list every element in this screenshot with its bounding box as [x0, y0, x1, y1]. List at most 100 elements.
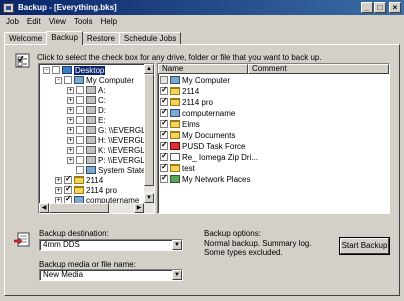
tree-row-drive-g[interactable]: + G: \\EVERGL: [67, 125, 146, 135]
checkbox-checked[interactable]: [160, 96, 168, 106]
checkbox-checked[interactable]: [160, 162, 168, 172]
tree-row-drive-h[interactable]: + H: \\EVERGL: [67, 135, 145, 145]
checkbox[interactable]: [160, 76, 168, 84]
list-item[interactable]: 2114: [160, 85, 200, 96]
scroll-down-icon[interactable]: ▼: [144, 193, 154, 203]
tree-label: P: \\EVERGL: [98, 155, 145, 165]
dropdown-arrow-icon[interactable]: ▼: [172, 270, 182, 280]
checkbox[interactable]: [76, 126, 84, 134]
list-item[interactable]: Re_ Iomega Zip Dri...: [160, 151, 258, 162]
list-item[interactable]: Elms: [160, 118, 200, 129]
maximize-button[interactable]: □: [374, 2, 386, 13]
checkbox[interactable]: [76, 136, 84, 144]
tab-backup[interactable]: Backup: [46, 31, 83, 45]
list-item[interactable]: My Computer: [160, 75, 230, 85]
collapse-icon[interactable]: -: [55, 76, 62, 84]
checkbox-checked[interactable]: [160, 173, 168, 183]
expand-icon[interactable]: +: [67, 126, 74, 134]
checkbox[interactable]: [76, 166, 84, 174]
close-button[interactable]: ×: [389, 2, 401, 13]
backup-media-select[interactable]: New Media ▼: [39, 269, 183, 281]
file-list[interactable]: Name Comment My Computer 2114 2114 pro c…: [157, 63, 390, 214]
window-title: Backup - [Everything.bks]: [18, 3, 117, 12]
tree-row-drive-e[interactable]: + E:: [67, 115, 106, 125]
checkbox[interactable]: [76, 146, 84, 154]
tree-horizontal-scrollbar[interactable]: ◀ ▶: [39, 203, 154, 213]
drive-icon: [86, 86, 96, 94]
scroll-right-icon[interactable]: ▶: [134, 203, 144, 213]
tree-row-drive-d[interactable]: + D:: [67, 105, 106, 115]
minimize-button[interactable]: _: [361, 2, 373, 13]
expand-icon[interactable]: +: [67, 86, 74, 94]
list-item[interactable]: My Network Places: [160, 173, 251, 184]
expand-icon[interactable]: +: [67, 106, 74, 114]
column-header-comment[interactable]: Comment: [248, 64, 389, 74]
collapse-icon[interactable]: -: [43, 66, 50, 74]
checkbox-checked[interactable]: [160, 151, 168, 161]
tree-row-drive-k[interactable]: + K: \\EVERGL: [67, 145, 145, 155]
scroll-up-icon[interactable]: ▲: [144, 64, 154, 74]
menu-edit[interactable]: Edit: [23, 17, 45, 26]
dropdown-arrow-icon[interactable]: ▼: [172, 240, 182, 250]
tree-row-system-state[interactable]: System State: [76, 165, 146, 175]
backup-destination-select[interactable]: 4mm DDS ▼: [39, 239, 183, 251]
checkbox[interactable]: [76, 86, 84, 94]
network-drive-icon: [86, 146, 96, 154]
list-item[interactable]: PUSD Task Force: [160, 140, 245, 151]
scroll-thumb[interactable]: [144, 74, 154, 186]
list-item[interactable]: My Documents: [160, 129, 235, 140]
tree-row-drive-c[interactable]: + C:: [67, 95, 106, 105]
computer-icon: [170, 76, 180, 84]
checkbox-checked[interactable]: [160, 140, 168, 150]
expand-icon[interactable]: +: [67, 136, 74, 144]
backup-options-line1: Normal backup. Summary log.: [204, 239, 312, 248]
checkbox-checked[interactable]: [160, 118, 168, 128]
checkbox[interactable]: [64, 76, 72, 84]
checkbox-checked[interactable]: [64, 174, 72, 184]
tree-row-drive-a[interactable]: + A:: [67, 85, 106, 95]
checkbox[interactable]: [76, 96, 84, 104]
menu-view[interactable]: View: [45, 17, 70, 26]
scroll-thumb[interactable]: [49, 203, 109, 213]
tree-vertical-scrollbar[interactable]: ▲ ▼: [144, 64, 154, 213]
backup-media-value: New Media: [43, 270, 84, 279]
computer-icon: [86, 166, 96, 174]
column-header-name[interactable]: Name: [158, 64, 248, 74]
start-backup-button[interactable]: Start Backup: [340, 238, 389, 254]
list-item[interactable]: 2114 pro: [160, 96, 213, 107]
checkbox[interactable]: [52, 66, 60, 74]
list-item[interactable]: computername: [160, 107, 235, 118]
expand-icon[interactable]: +: [67, 116, 74, 124]
expand-icon[interactable]: +: [55, 186, 62, 194]
tree-label: 2114 pro: [86, 185, 117, 195]
checkbox[interactable]: [76, 106, 84, 114]
tree-row-my-computer[interactable]: - My Computer: [55, 75, 134, 85]
list-item-label: 2114: [182, 86, 200, 96]
checkbox-checked[interactable]: [160, 107, 168, 117]
computer-icon: [74, 76, 84, 84]
list-item-label: Elms: [182, 119, 200, 129]
tree-row-drive-p[interactable]: + P: \\EVERGL: [67, 155, 145, 165]
checkbox-checked[interactable]: [160, 85, 168, 95]
checkbox-checked[interactable]: [160, 129, 168, 139]
scroll-left-icon[interactable]: ◀: [39, 203, 49, 213]
expand-icon[interactable]: +: [67, 156, 74, 164]
list-item[interactable]: test: [160, 162, 195, 173]
tree-label: System State: [98, 165, 146, 175]
menu-job[interactable]: Job: [2, 17, 23, 26]
checkbox[interactable]: [76, 156, 84, 164]
checkbox-checked[interactable]: [64, 184, 72, 194]
checkbox[interactable]: [76, 116, 84, 124]
expand-icon[interactable]: +: [67, 96, 74, 104]
folder-tree[interactable]: - Desktop - My Computer + A: + C: + D: +…: [38, 63, 155, 214]
tree-row-2114[interactable]: + 2114: [55, 174, 103, 185]
list-item-label: My Network Places: [182, 174, 251, 184]
menu-help[interactable]: Help: [97, 17, 121, 26]
list-item-label: test: [182, 163, 195, 173]
tree-row-desktop[interactable]: - Desktop: [43, 65, 106, 75]
expand-icon[interactable]: +: [67, 146, 74, 154]
menu-tools[interactable]: Tools: [70, 17, 97, 26]
expand-icon[interactable]: +: [55, 176, 62, 184]
desktop-icon: [62, 66, 72, 74]
folder-icon: [170, 164, 180, 172]
